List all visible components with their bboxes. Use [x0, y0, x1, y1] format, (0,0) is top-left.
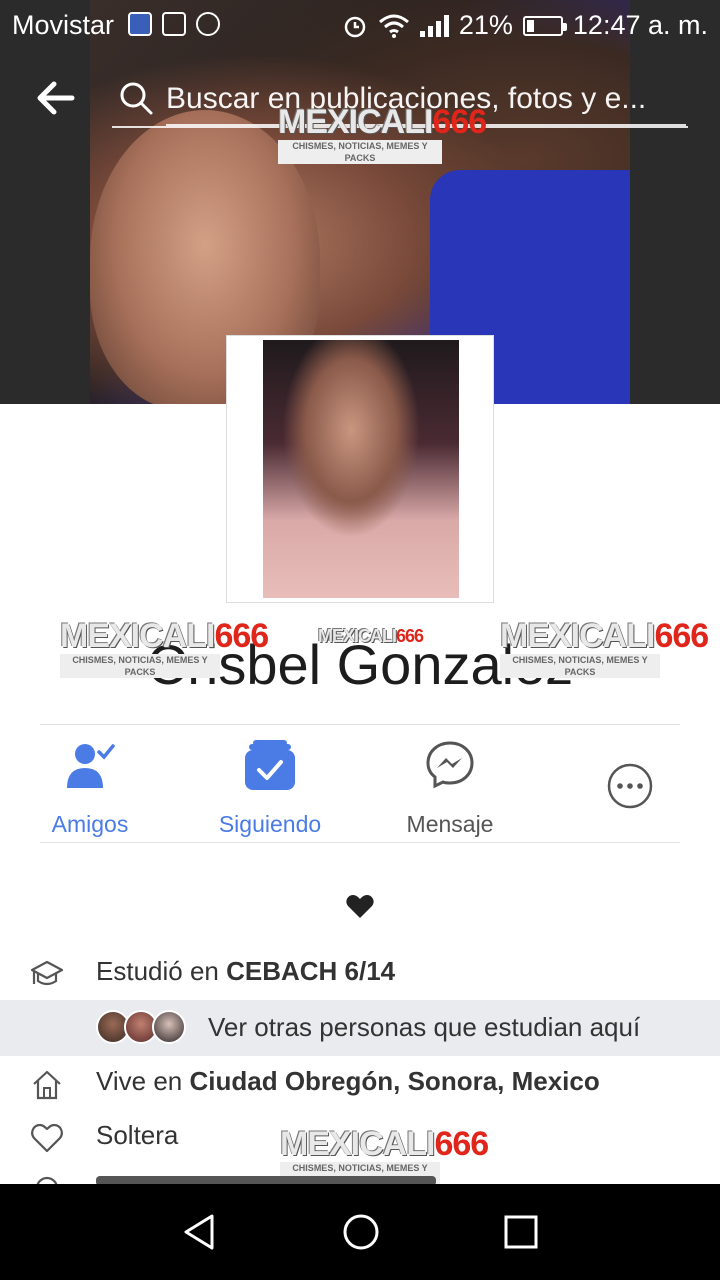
messenger-icon	[426, 741, 474, 789]
residence-row[interactable]: Vive en Ciudad Obregón, Sonora, Mexico	[0, 1056, 720, 1112]
watermark-logo: MEXICALI666 CHISMES, NOTICIAS, MEMES Y P…	[500, 617, 709, 678]
watermark-logo: MEXICALI666 CHISMES, NOTICIAS, MEMES Y P…	[278, 103, 487, 164]
carrier-name: Movistar	[12, 10, 115, 40]
search-icon	[120, 82, 153, 115]
alarm-icon	[344, 16, 366, 37]
classmate-avatars	[96, 1010, 186, 1044]
navigation-bar	[0, 1184, 720, 1280]
notification-icons	[128, 12, 220, 36]
residence-text: Vive en Ciudad Obregón, Sonora, Mexico	[96, 1066, 600, 1096]
signal-icon	[419, 14, 449, 37]
sim-notification-icon	[128, 12, 152, 36]
image-notification-icon	[162, 12, 186, 36]
back-arrow-icon[interactable]	[36, 80, 76, 116]
whatsapp-notification-icon	[196, 12, 220, 36]
recents-nav-icon[interactable]	[501, 1212, 541, 1252]
battery-percent: 21%	[458, 10, 513, 40]
see-classmates-row[interactable]: Ver otras personas que estudian aquí	[0, 1000, 720, 1056]
divider	[40, 842, 680, 843]
home-icon	[33, 1070, 61, 1100]
partially-visible-row	[0, 1168, 720, 1184]
divider	[40, 724, 680, 725]
location-icon	[36, 1176, 58, 1184]
following-label: Siguiendo	[218, 811, 322, 837]
graduation-cap-icon	[30, 960, 64, 986]
relationship-text: Soltera	[96, 1120, 179, 1150]
status-right: 21% 12:47 a. m.	[342, 10, 708, 41]
message-button[interactable]: Mensaje	[360, 740, 540, 838]
watermark-logo: MEXICALI666 CHISMES, NOTICIAS, MEMES Y P…	[60, 617, 269, 678]
watermark-logo: MEXICALI666	[318, 626, 424, 646]
profile-picture[interactable]	[226, 335, 494, 603]
back-nav-icon[interactable]	[180, 1212, 220, 1252]
friends-icon	[67, 744, 115, 788]
cut-off-text	[96, 1176, 436, 1184]
wifi-icon	[378, 14, 409, 38]
following-button[interactable]: Siguiendo	[180, 740, 360, 838]
see-classmates-link[interactable]: Ver otras personas que estudian aquí	[208, 1012, 640, 1043]
clock: 12:47 a. m.	[572, 10, 708, 40]
heart-outline-icon	[31, 1123, 63, 1153]
friends-button[interactable]: Amigos	[0, 740, 180, 838]
home-nav-icon[interactable]	[341, 1212, 381, 1252]
education-row[interactable]: Estudió en CEBACH 6/14	[0, 946, 720, 1002]
education-text: Estudió en CEBACH 6/14	[96, 956, 396, 986]
more-options-icon[interactable]	[606, 762, 654, 810]
heart-icon	[346, 895, 374, 918]
friends-label: Amigos	[51, 811, 129, 837]
status-bar: Movistar 21% 12:47 a. m.	[0, 0, 720, 50]
profile-image	[263, 340, 459, 598]
battery-icon	[522, 15, 567, 36]
avatar	[152, 1010, 186, 1044]
message-label: Mensaje	[406, 811, 494, 837]
following-icon	[245, 740, 295, 790]
